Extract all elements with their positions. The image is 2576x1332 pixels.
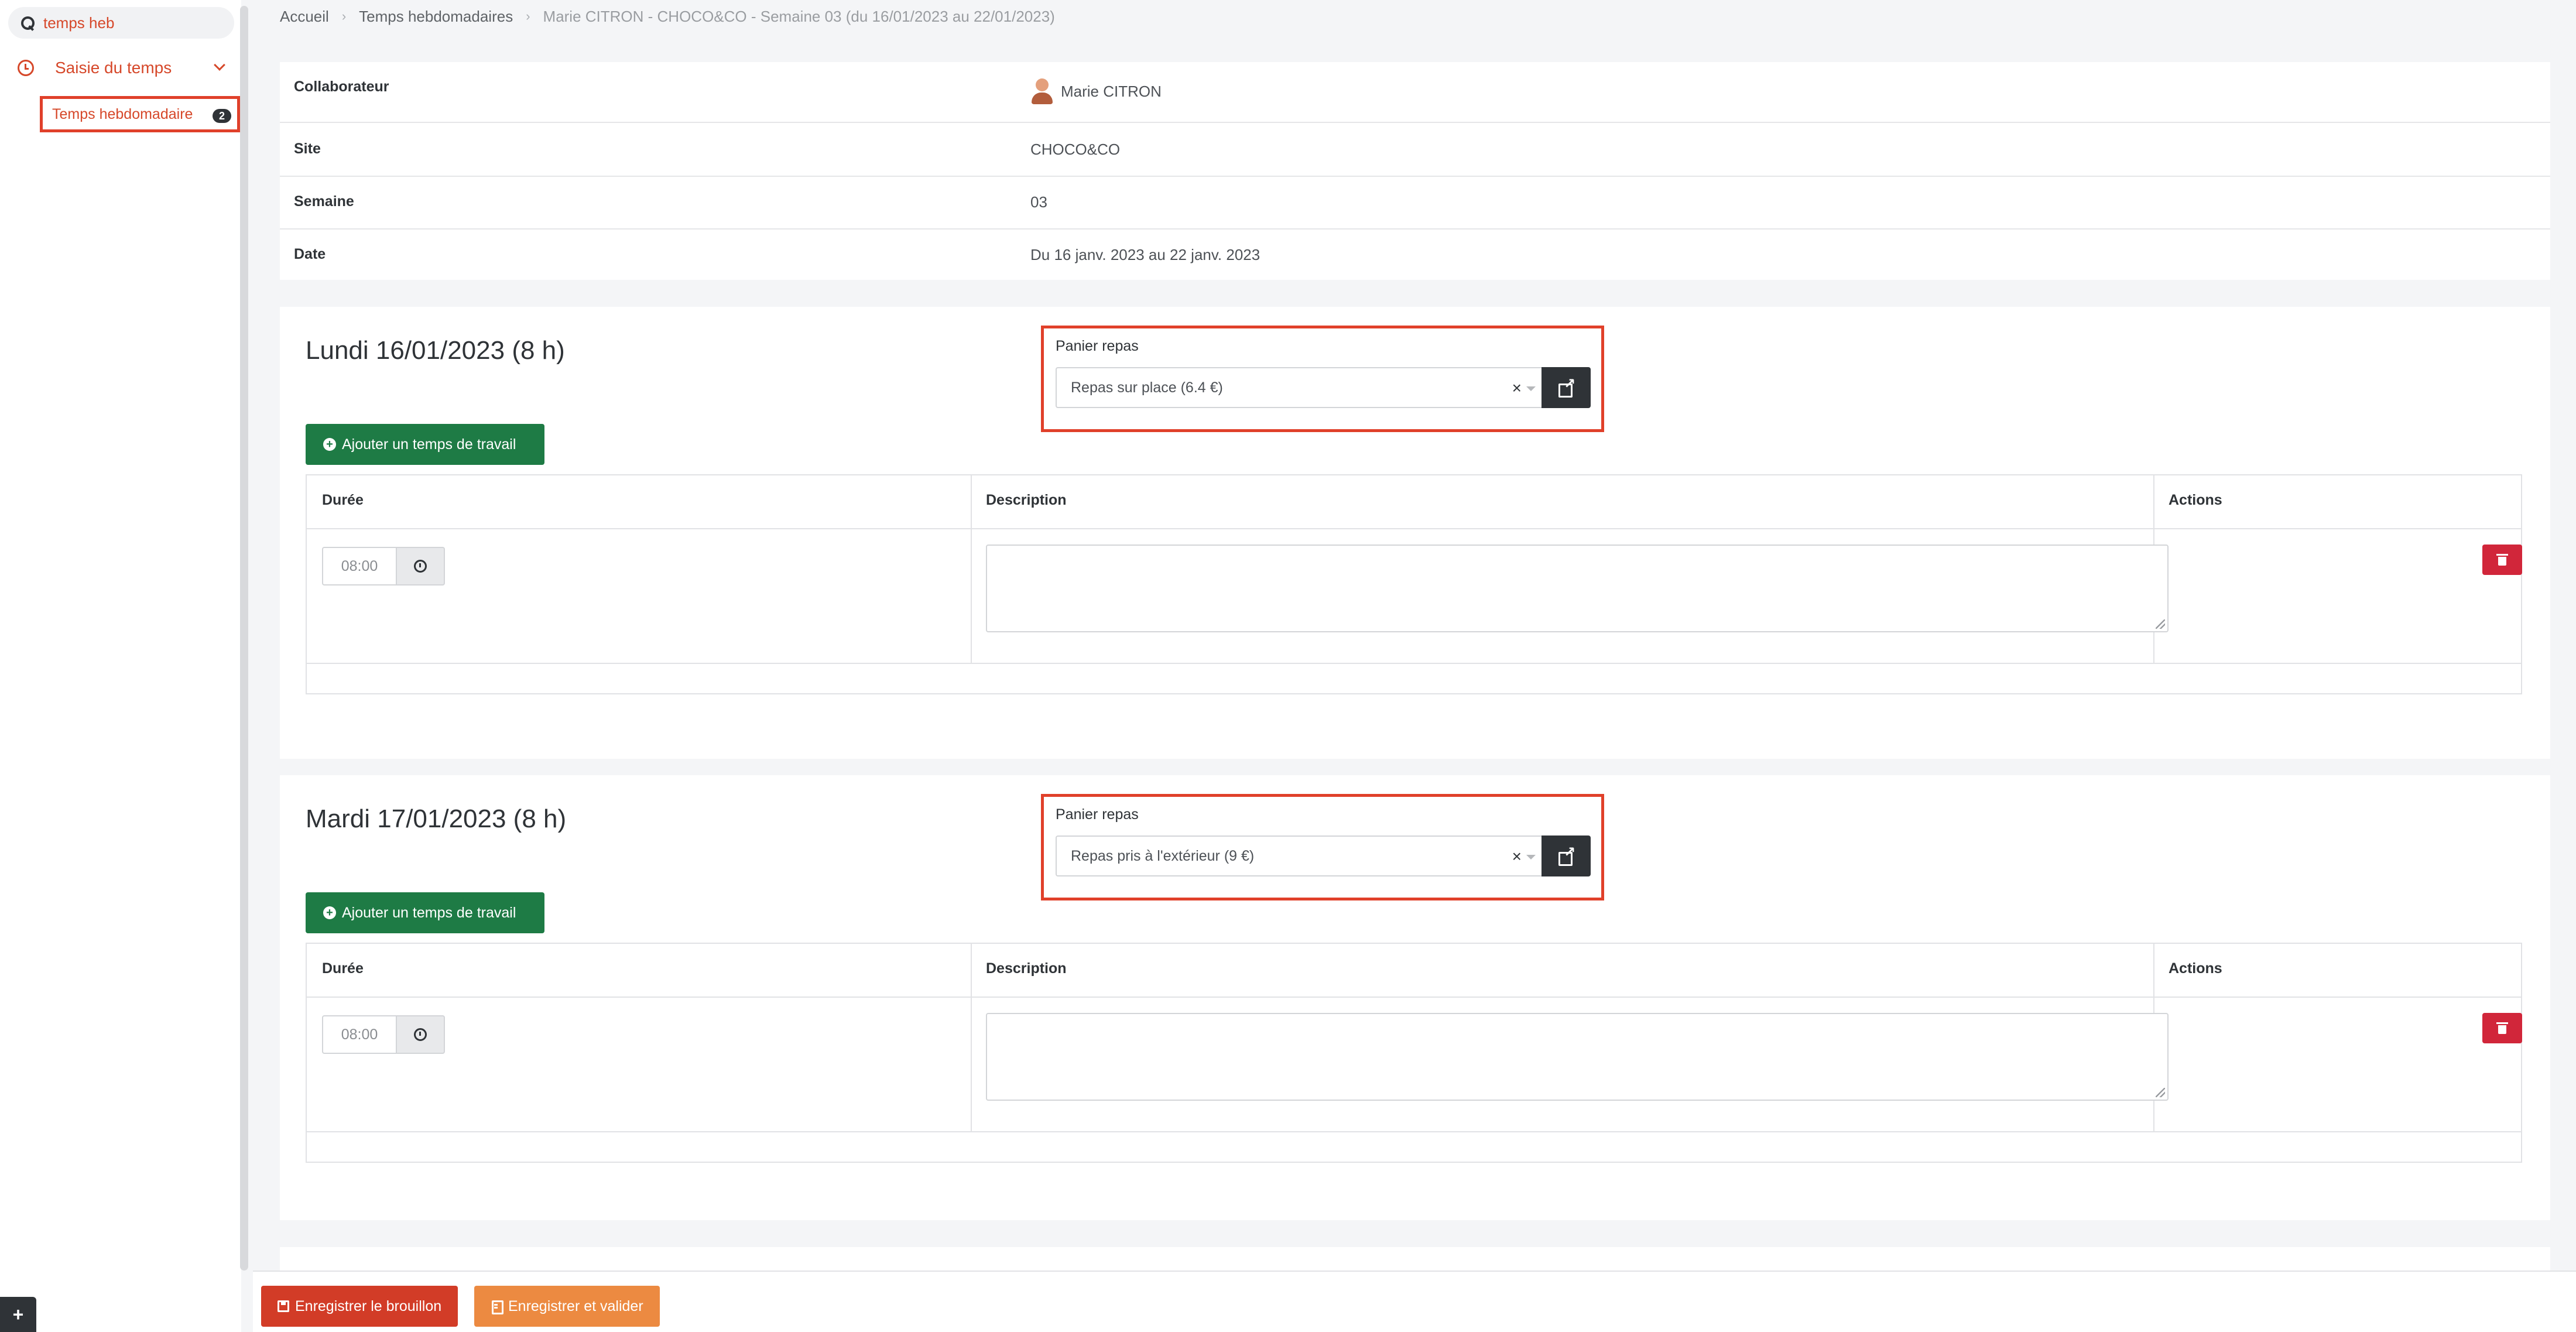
- date-value: Du 16 janv. 2023 au 22 janv. 2023: [1030, 246, 1260, 263]
- sidebar-search-input[interactable]: temps heb: [8, 7, 234, 39]
- description-textarea[interactable]: [986, 545, 2169, 632]
- add-work-time-label: Ajouter un temps de travail: [342, 436, 516, 453]
- panier-label: Panier repas: [1056, 338, 1139, 354]
- info-row-site: Site CHOCO&CO: [280, 122, 2550, 176]
- breadcrumb-separator-icon: ›: [341, 9, 347, 23]
- clear-icon[interactable]: ×: [1512, 379, 1522, 398]
- col-description: Description: [986, 960, 1067, 977]
- resize-handle-icon[interactable]: [2156, 1088, 2165, 1097]
- day-card-mardi: Mardi 17/01/2023 (8 h) Panier repas Repa…: [280, 775, 2550, 1220]
- sidebar-item-temps-hebdomadaire[interactable]: Temps hebdomadaire 2: [40, 96, 240, 132]
- work-time-table: Durée Description Actions 08:00: [306, 474, 2522, 694]
- duration-input[interactable]: 08:00: [322, 547, 397, 585]
- table-footer-divider: [307, 663, 2521, 664]
- panier-selected-value: Repas sur place (6.4 €): [1071, 379, 1223, 396]
- day-card-next: [280, 1247, 2550, 1271]
- add-work-time-button[interactable]: + Ajouter un temps de travail: [306, 892, 544, 933]
- day-title: Mardi 17/01/2023 (8 h): [306, 804, 567, 833]
- collaborateur-label: Collaborateur: [294, 78, 389, 95]
- save-validate-label: Enregistrer et valider: [508, 1297, 643, 1314]
- date-label: Date: [294, 246, 326, 262]
- bottom-action-bar: Enregistrer le brouillon Enregistrer et …: [253, 1271, 2576, 1332]
- clock-icon: [18, 60, 34, 76]
- caret-down-icon[interactable]: [1526, 386, 1536, 391]
- panier-select[interactable]: Repas sur place (6.4 €) ×: [1056, 367, 1542, 408]
- description-textarea[interactable]: [986, 1013, 2169, 1101]
- column-divider: [971, 944, 972, 1132]
- col-actions: Actions: [2169, 492, 2222, 508]
- sidebar-item-label: Temps hebdomadaire: [52, 105, 193, 122]
- add-plus-button[interactable]: +: [0, 1297, 36, 1332]
- external-link-icon: [1558, 375, 1575, 398]
- collaborateur-value: Marie CITRON: [1030, 77, 1162, 105]
- clear-icon[interactable]: ×: [1512, 847, 1522, 866]
- open-external-button[interactable]: [1542, 367, 1591, 408]
- info-row-date: Date Du 16 janv. 2023 au 22 janv. 2023: [280, 228, 2550, 280]
- external-link-icon: [1558, 844, 1575, 866]
- panier-selected-value: Repas pris à l'extérieur (9 €): [1071, 847, 1255, 864]
- clock-icon: [414, 1028, 427, 1041]
- breadcrumb-separator-icon: ›: [526, 9, 530, 23]
- trash-icon: [2496, 554, 2508, 566]
- col-actions: Actions: [2169, 960, 2222, 977]
- semaine-value: 03: [1030, 193, 1047, 211]
- save-draft-button[interactable]: Enregistrer le brouillon: [261, 1286, 458, 1327]
- table-footer-divider: [307, 1131, 2521, 1132]
- breadcrumb-section-link[interactable]: Temps hebdomadaires: [359, 8, 513, 26]
- sidebar-group-saisie-du-temps[interactable]: Saisie du temps: [13, 53, 229, 83]
- avatar: [1030, 77, 1054, 105]
- save-draft-label: Enregistrer le brouillon: [295, 1297, 442, 1314]
- site-label: Site: [294, 141, 321, 157]
- semaine-label: Semaine: [294, 193, 354, 210]
- count-badge: 2: [213, 109, 231, 123]
- collaborateur-name: Marie CITRON: [1061, 82, 1162, 100]
- info-card: Collaborateur Marie CITRON Site CHOCO&CO…: [280, 62, 2550, 280]
- plus-circle-icon: +: [323, 906, 336, 919]
- panier-repas-field: Panier repas Repas pris à l'extérieur (9…: [1041, 794, 1604, 900]
- duration-field: 08:00: [322, 1015, 445, 1054]
- panier-repas-field: Panier repas Repas sur place (6.4 €) ×: [1041, 326, 1604, 432]
- col-duree: Durée: [322, 960, 364, 977]
- duration-input[interactable]: 08:00: [322, 1015, 397, 1054]
- work-time-table: Durée Description Actions 08:00: [306, 943, 2522, 1163]
- chevron-down-icon: [214, 59, 225, 71]
- open-external-button[interactable]: [1542, 836, 1591, 876]
- duration-field: 08:00: [322, 547, 445, 585]
- breadcrumb-current: Marie CITRON - CHOCO&CO - Semaine 03 (du…: [543, 7, 1055, 25]
- caret-down-icon[interactable]: [1526, 855, 1536, 860]
- sidebar: temps heb Saisie du temps Temps hebdomad…: [0, 0, 241, 1332]
- day-card-lundi: Lundi 16/01/2023 (8 h) Panier repas Repa…: [280, 307, 2550, 759]
- site-value: CHOCO&CO: [1030, 141, 1121, 158]
- sidebar-scrollbar[interactable]: [240, 6, 248, 1271]
- search-icon: [20, 15, 35, 30]
- resize-handle-icon[interactable]: [2156, 619, 2165, 629]
- delete-row-button[interactable]: [2482, 1013, 2522, 1043]
- panier-select[interactable]: Repas pris à l'extérieur (9 €) ×: [1056, 836, 1542, 876]
- clock-icon: [414, 560, 427, 573]
- day-title: Lundi 16/01/2023 (8 h): [306, 336, 565, 365]
- search-value: temps heb: [43, 13, 115, 32]
- trash-icon: [2496, 1022, 2508, 1034]
- validate-icon: [491, 1300, 503, 1314]
- table-header: Durée Description Actions: [307, 475, 2521, 529]
- plus-circle-icon: +: [323, 438, 336, 451]
- save-validate-button[interactable]: Enregistrer et valider: [474, 1286, 660, 1327]
- breadcrumb: Accueil › Temps hebdomadaires › Marie CI…: [280, 5, 1055, 28]
- time-picker-button[interactable]: [397, 547, 445, 585]
- info-row-collaborateur: Collaborateur Marie CITRON: [280, 62, 2550, 122]
- floppy-disk-icon: [278, 1300, 289, 1312]
- col-duree: Durée: [322, 492, 364, 508]
- sidebar-group-label: Saisie du temps: [55, 59, 172, 77]
- info-row-semaine: Semaine 03: [280, 176, 2550, 228]
- time-picker-button[interactable]: [397, 1015, 445, 1054]
- table-header: Durée Description Actions: [307, 944, 2521, 998]
- col-description: Description: [986, 492, 1067, 508]
- breadcrumb-home-link[interactable]: Accueil: [280, 8, 329, 26]
- panier-label: Panier repas: [1056, 806, 1139, 823]
- column-divider: [971, 475, 972, 664]
- add-work-time-button[interactable]: + Ajouter un temps de travail: [306, 424, 544, 465]
- add-work-time-label: Ajouter un temps de travail: [342, 904, 516, 921]
- delete-row-button[interactable]: [2482, 545, 2522, 575]
